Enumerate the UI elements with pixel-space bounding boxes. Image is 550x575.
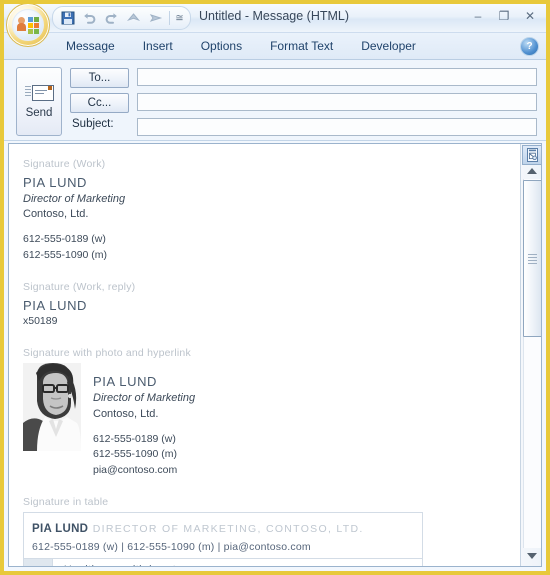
signature-company: Contoso, Ltd. xyxy=(23,208,89,221)
outlook-message-window: ≅ Untitled - Message (HTML) – ❐ ✕ Messag… xyxy=(0,0,550,575)
send-button-label: Send xyxy=(25,107,53,119)
subject-input[interactable] xyxy=(137,118,537,136)
signature-company-photo: Contoso, Ltd. xyxy=(93,407,159,420)
toolbar-separator xyxy=(169,11,170,25)
maximize-button[interactable]: ❐ xyxy=(492,7,516,25)
to-input[interactable] xyxy=(137,68,537,86)
signature-phone-mobile-photo: 612-555-1090 (m) xyxy=(93,448,178,461)
portrait-photo xyxy=(23,363,81,452)
customize-quick-access-icon[interactable]: ≅ xyxy=(173,9,186,28)
cc-input[interactable] xyxy=(137,93,537,111)
signature-table: PIA LUND DIRECTOR OF MARKETING, CONTOSO,… xyxy=(23,511,423,566)
tab-options[interactable]: Options xyxy=(187,35,256,57)
subject-row: Subject: xyxy=(70,118,127,130)
previous-item-icon[interactable] xyxy=(123,9,144,28)
redo-icon[interactable] xyxy=(101,9,122,28)
envelope-icon xyxy=(25,84,54,103)
signature-email-link[interactable]: pia@contoso.com xyxy=(93,463,195,479)
next-item-icon[interactable] xyxy=(145,9,166,28)
help-icon[interactable]: ? xyxy=(520,37,539,56)
scroll-down-button[interactable] xyxy=(523,549,540,563)
message-body-text[interactable]: Signature (Work) PIA LUND Director of Ma… xyxy=(9,144,519,566)
quick-access-toolbar: ≅ xyxy=(52,6,191,30)
vertical-scrollbar[interactable] xyxy=(520,144,541,566)
minimize-button[interactable]: – xyxy=(466,7,490,25)
scrollbar-grip-icon xyxy=(528,252,537,266)
cc-button[interactable]: Cc... xyxy=(70,93,129,113)
signature-title: Director of Marketing xyxy=(23,192,126,205)
close-button[interactable]: ✕ xyxy=(518,7,542,25)
window-title: Untitled - Message (HTML) xyxy=(199,9,350,23)
office-button[interactable] xyxy=(6,4,50,47)
photo-signature-text: PIA LUND Director of Marketing Contoso, … xyxy=(93,363,195,479)
section-label-photo: Signature with photo and hyperlink xyxy=(23,347,191,360)
tab-format-text[interactable]: Format Text xyxy=(256,35,347,57)
scrollbar-thumb[interactable] xyxy=(523,180,541,337)
ribbon-tab-bar: Message Insert Options Format Text Devel… xyxy=(4,33,546,60)
table-signature-contact: 612-555-0189 (w) | 612-555-1090 (m) | pi… xyxy=(32,540,311,553)
signature-name-photo: PIA LUND xyxy=(93,374,158,390)
office-button-glyph xyxy=(12,9,44,41)
signature-extension: x50189 xyxy=(23,315,58,328)
tab-message[interactable]: Message xyxy=(52,35,129,57)
person-icon xyxy=(17,17,26,31)
undo-icon[interactable] xyxy=(79,9,100,28)
tab-insert[interactable]: Insert xyxy=(129,35,187,57)
title-bar: ≅ Untitled - Message (HTML) – ❐ ✕ xyxy=(4,4,546,47)
signature-block-table: Signature in table PIA LUND DIRECTOR OF … xyxy=(23,496,507,566)
signature-title-photo: Director of Marketing xyxy=(93,391,196,404)
signature-name-reply: PIA LUND xyxy=(23,297,88,313)
table-row: Healthcare with heart xyxy=(23,557,423,566)
tab-developer[interactable]: Developer xyxy=(347,35,430,57)
scroll-up-button[interactable] xyxy=(523,164,540,178)
to-button[interactable]: To... xyxy=(70,68,129,88)
signature-block-work-reply: Signature (Work, reply) PIA LUND x50189 xyxy=(23,281,507,330)
signature-phone-work: 612-555-0189 (w) xyxy=(23,233,106,246)
section-label-work-reply: Signature (Work, reply) xyxy=(23,280,136,293)
subject-label: Subject: xyxy=(72,118,114,130)
select-browse-object-icon[interactable] xyxy=(522,145,541,165)
table-signature-tagline: Healthcare with heart xyxy=(52,557,423,566)
section-label-table: Signature in table xyxy=(23,495,109,508)
to-row: To... xyxy=(70,68,129,88)
send-button[interactable]: Send xyxy=(16,67,62,136)
signature-name: PIA LUND xyxy=(23,175,88,190)
table-accent-cell xyxy=(23,557,53,566)
table-signature-role: DIRECTOR OF MARKETING, CONTOSO, LTD. xyxy=(92,522,364,535)
table-signature-name: PIA LUND xyxy=(32,522,89,535)
cc-row: Cc... xyxy=(70,93,129,113)
table-row: PIA LUND DIRECTOR OF MARKETING, CONTOSO,… xyxy=(23,511,423,559)
section-label-work: Signature (Work) xyxy=(23,158,106,170)
save-icon[interactable] xyxy=(57,9,78,28)
signature-phone-work-photo: 612-555-0189 (w) xyxy=(93,432,176,445)
message-body-area: Signature (Work) PIA LUND Director of Ma… xyxy=(8,143,542,567)
signature-phone-mobile: 612-555-1090 (m) xyxy=(23,249,108,262)
compose-header: Send To... Cc... Subject: xyxy=(4,60,546,141)
signature-block-work: Signature (Work) PIA LUND Director of Ma… xyxy=(23,158,507,264)
window-controls: – ❐ ✕ xyxy=(466,7,542,25)
signature-block-photo: Signature with photo and hyperlink PIA L… xyxy=(23,347,507,479)
